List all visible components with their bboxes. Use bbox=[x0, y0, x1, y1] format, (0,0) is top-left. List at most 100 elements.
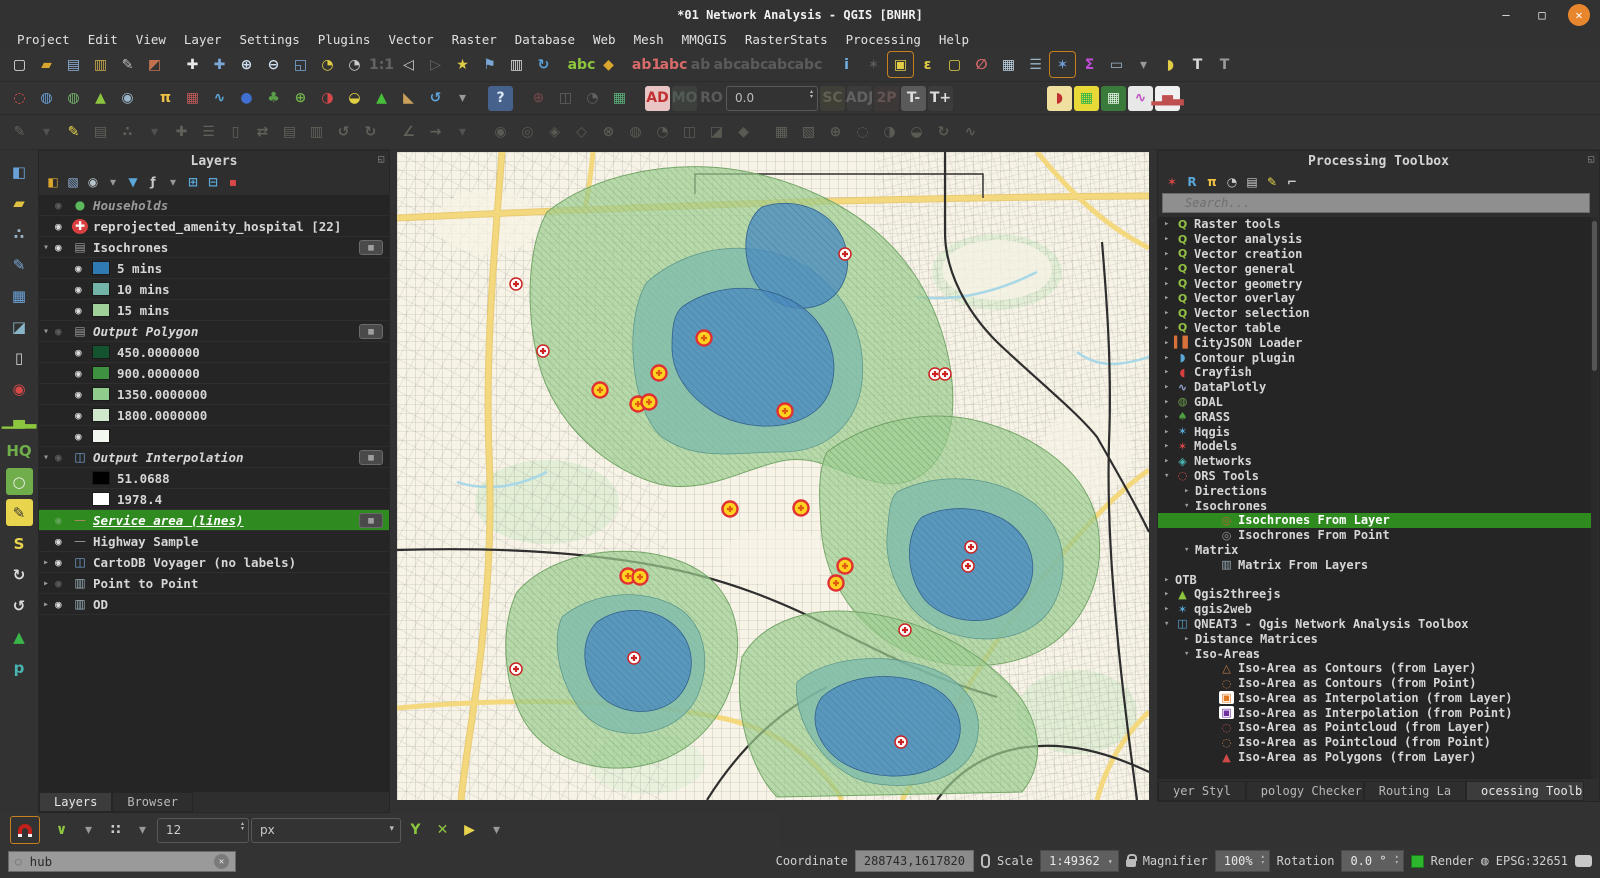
network-tool-icon[interactable]: ◍ bbox=[623, 120, 648, 145]
float-panel-icon[interactable]: ◱ bbox=[1588, 154, 1594, 165]
map-canvas[interactable] bbox=[397, 152, 1149, 800]
layer-row[interactable]: ◉ — Service area (lines) ▦ bbox=[39, 510, 389, 531]
map-themes-icon[interactable]: ◉ bbox=[83, 172, 103, 192]
current-edits-caret-icon[interactable]: ▾ bbox=[34, 120, 59, 145]
expand-arrow-icon[interactable]: ▸ bbox=[43, 599, 55, 610]
toolbox-item[interactable]: ▾ ◌ ORS Tools bbox=[1158, 469, 1593, 484]
layer-row[interactable]: ◉ 450.0000000 ▦ bbox=[39, 342, 389, 363]
panel-tab[interactable]: ocessing Toolb bbox=[1466, 781, 1584, 801]
network-tool-icon[interactable]: ◆ bbox=[731, 120, 756, 145]
layer-labeling-icon[interactable]: abc bbox=[569, 52, 594, 77]
menu-item[interactable]: Help bbox=[930, 32, 978, 47]
rotation-spinner[interactable]: 0.0 ° bbox=[1341, 850, 1403, 872]
histogram-icon[interactable]: ▂▅▃ bbox=[1155, 86, 1180, 111]
t-plus-button[interactable]: T+ bbox=[928, 86, 953, 111]
new-virtual-layer-icon[interactable]: ▦ bbox=[6, 282, 33, 309]
expand-arrow-icon[interactable]: ▸ bbox=[1164, 456, 1175, 466]
world-map-icon[interactable]: ● bbox=[234, 86, 259, 111]
paste-features-icon[interactable]: ▥ bbox=[304, 120, 329, 145]
toolbar-icon[interactable] bbox=[481, 122, 482, 142]
layer-diagram-icon[interactable]: ◆ bbox=[596, 52, 621, 77]
t-minus-button[interactable]: T- bbox=[901, 86, 926, 111]
project-new-icon[interactable]: ▢ bbox=[7, 52, 32, 77]
pan-to-selection-icon[interactable]: ✚ bbox=[207, 52, 232, 77]
processing-search-input[interactable] bbox=[1162, 193, 1590, 213]
toolbox-item[interactable]: △ Iso-Area as Contours (from Layer) bbox=[1158, 661, 1593, 676]
slyr-icon[interactable]: ◗ bbox=[1047, 86, 1072, 111]
expand-arrow-icon[interactable]: ▸ bbox=[1164, 308, 1175, 318]
toolbox-item[interactable]: ▾ Matrix bbox=[1158, 543, 1593, 558]
menu-item[interactable]: View bbox=[127, 32, 175, 47]
new-quill-layer-icon[interactable]: ✎ bbox=[6, 251, 33, 278]
toolbox-item[interactable]: ▸ ∿ DataPlotly bbox=[1158, 380, 1593, 395]
toolbox-item[interactable]: ▸ Distance Matrices bbox=[1158, 631, 1593, 646]
scrollbar[interactable] bbox=[1591, 217, 1598, 779]
ors-tools-icon[interactable]: ◌ bbox=[7, 86, 32, 111]
plot-curves-icon[interactable]: ∿ bbox=[1128, 86, 1153, 111]
digitize-caret-icon[interactable]: ▾ bbox=[142, 120, 167, 145]
toolbar-icon[interactable] bbox=[638, 88, 639, 108]
results-viewer-icon[interactable]: ▤ bbox=[1242, 172, 1262, 192]
osm-edit-icon[interactable]: ✎ bbox=[6, 499, 33, 526]
expand-arrow-icon[interactable]: ▸ bbox=[1164, 441, 1175, 451]
menu-item[interactable]: Raster bbox=[443, 32, 506, 47]
project-book-icon[interactable]: ▥ bbox=[504, 52, 529, 77]
layer-color-swatch[interactable] bbox=[92, 408, 110, 422]
statistics-summary-icon[interactable]: Σ bbox=[1077, 52, 1102, 77]
snapping-mode-icon[interactable]: ∨ bbox=[49, 818, 74, 843]
visibility-eye-icon[interactable]: ◉ bbox=[75, 283, 92, 296]
expand-arrow-icon[interactable]: ▾ bbox=[1184, 501, 1195, 511]
visibility-eye-icon[interactable]: ◉ bbox=[55, 514, 72, 527]
ro-button[interactable]: RO bbox=[699, 86, 724, 111]
expand-arrow-icon[interactable]: ▸ bbox=[1184, 634, 1195, 644]
maximize-button[interactable]: □ bbox=[1532, 5, 1552, 25]
toolbox-item[interactable]: ▸ Directions bbox=[1158, 483, 1593, 498]
toggle-editing-icon[interactable]: ✎ bbox=[61, 120, 86, 145]
toolbox-item[interactable]: ▸ Q Vector selection bbox=[1158, 306, 1593, 321]
profile-tool-icon[interactable]: ◣ bbox=[396, 86, 421, 111]
web-add-service-icon[interactable]: ◍ bbox=[34, 86, 59, 111]
toolbox-item[interactable]: ▸ Q Raster tools bbox=[1158, 217, 1593, 232]
simplify-tool-icon[interactable]: ∿ bbox=[958, 120, 983, 145]
toolbox-item[interactable]: ▸ ▍▋ CityJSON Loader bbox=[1158, 335, 1593, 350]
zoom-last-icon[interactable]: ◁ bbox=[396, 52, 421, 77]
identify-features-icon[interactable]: i bbox=[834, 52, 859, 77]
toolbox-item[interactable]: ▸ ▲ Qgis2threejs bbox=[1158, 587, 1593, 602]
expand-all-icon[interactable]: ⊞ bbox=[183, 172, 203, 192]
copy-features-icon[interactable]: ▤ bbox=[277, 120, 302, 145]
new-layer-icon[interactable]: ◧ bbox=[6, 158, 33, 185]
run-feature-action-icon[interactable]: ✶ bbox=[861, 52, 886, 77]
field-calculator-icon[interactable]: ☰ bbox=[1023, 52, 1048, 77]
filter-expression-icon[interactable]: ƒ bbox=[143, 172, 163, 192]
crosshair-icon[interactable]: ⊕ bbox=[526, 86, 551, 111]
zoom-full-icon[interactable]: ◱ bbox=[288, 52, 313, 77]
table-add-icon[interactable]: ▦ bbox=[1101, 86, 1126, 111]
coordinate-input[interactable]: 288743,1617820 bbox=[855, 850, 974, 872]
toolbar-icon[interactable] bbox=[146, 88, 147, 108]
toolbox-item[interactable]: ▾ ◫ QNEAT3 - Qgis Network Analysis Toolb… bbox=[1158, 617, 1593, 632]
layer-row[interactable]: ◉ ▦ bbox=[39, 426, 389, 447]
clear-search-icon[interactable]: ✕ bbox=[214, 854, 229, 869]
visibility-eye-icon[interactable]: ◉ bbox=[55, 577, 72, 590]
network-tool-icon[interactable]: ◇ bbox=[569, 120, 594, 145]
toolbar-icon[interactable] bbox=[762, 122, 763, 142]
expand-arrow-icon[interactable]: ▸ bbox=[1164, 279, 1175, 289]
toolbox-item[interactable]: ▣ Iso-Area as Interpolation (from Layer) bbox=[1158, 691, 1593, 706]
web-search-service-icon[interactable]: ◍ bbox=[61, 86, 86, 111]
layer-color-swatch[interactable] bbox=[92, 345, 110, 359]
layer-row[interactable]: ▾ ◉ ◫ Output Interpolation ▦ bbox=[39, 447, 389, 468]
python-console-icon[interactable]: π bbox=[153, 86, 178, 111]
adj-button[interactable]: ADJ bbox=[847, 86, 872, 111]
menu-item[interactable]: Web bbox=[584, 32, 625, 47]
menu-item[interactable]: RasterStats bbox=[736, 32, 837, 47]
hqgis-icon[interactable]: HQ bbox=[6, 437, 33, 464]
toolbox-item[interactable]: ▸ Q Vector table bbox=[1158, 321, 1593, 336]
layer-color-swatch[interactable] bbox=[92, 282, 110, 296]
2p-button[interactable]: 2P bbox=[874, 86, 899, 111]
move-feature-icon[interactable]: ⇄ bbox=[250, 120, 275, 145]
toolbox-item[interactable]: ▾ Isochrones bbox=[1158, 498, 1593, 513]
menu-item[interactable]: Processing bbox=[837, 32, 930, 47]
layer-row[interactable]: ▸ ◉ ▥ Point to Point ▦ bbox=[39, 573, 389, 594]
toolbox-item[interactable]: ▾ Iso-Areas bbox=[1158, 646, 1593, 661]
new-mesh-layer-icon[interactable]: ◪ bbox=[6, 313, 33, 340]
